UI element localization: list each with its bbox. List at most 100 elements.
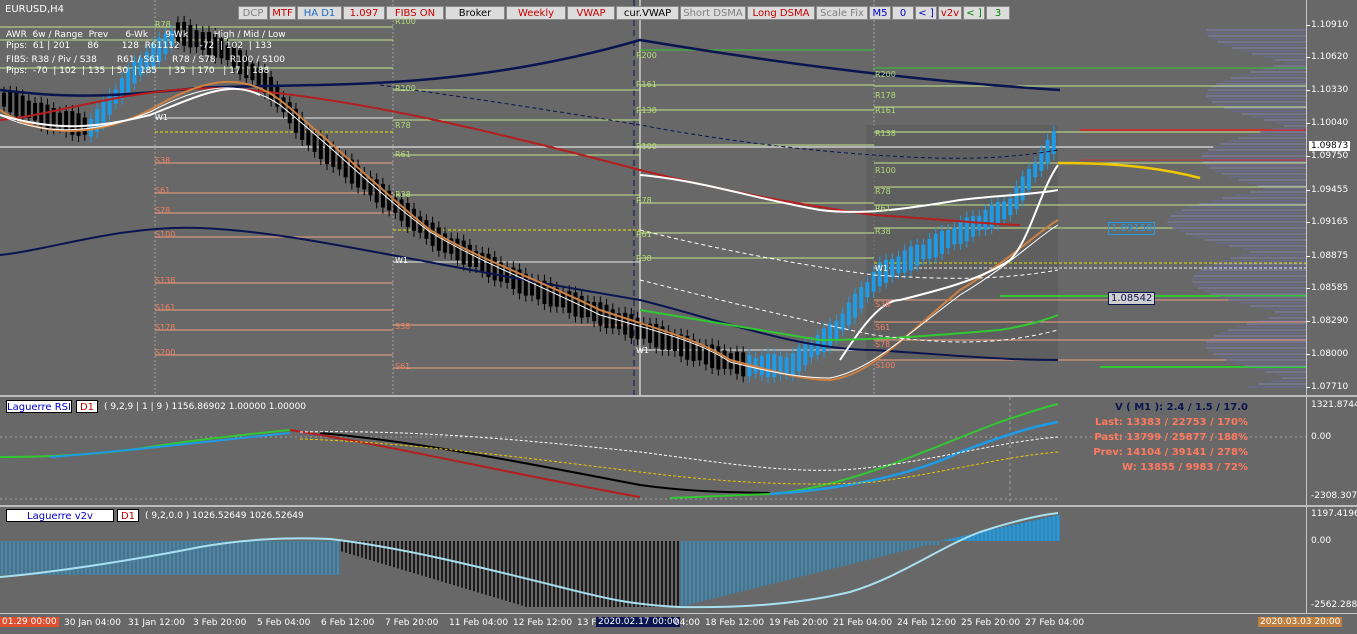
price-axis-label: 1.08290 xyxy=(1311,316,1349,326)
laguerre-v2v-canvas xyxy=(0,512,1060,609)
toolbar-button-9[interactable]: Short DSMA xyxy=(680,6,746,20)
price-axis-label: 1.10330 xyxy=(1311,85,1349,95)
time-axis-label: 04:00 xyxy=(674,618,700,628)
toolbar-button-2[interactable]: HA D1 xyxy=(297,6,342,20)
fib-level-label: R61 xyxy=(395,150,411,159)
fib-level-label: R100 xyxy=(395,84,416,93)
toolbar-button-7[interactable]: VWAP xyxy=(567,6,615,20)
fib-level-label: R200 xyxy=(875,70,896,79)
toolbar-button-6[interactable]: Weekly xyxy=(506,6,566,20)
laguerre-v2v-panel[interactable]: Laguerre v2v D1 ( 9,2,0.0 ) 1026.52649 1… xyxy=(0,507,1306,611)
fib-level-label: S200 xyxy=(155,348,176,357)
laguerre-rsi-axis[interactable]: 1321.8744 0.00 -2308.3071 xyxy=(1306,397,1357,505)
toolbar-button-0[interactable]: DCP xyxy=(238,6,268,20)
fib-level-label: S61 xyxy=(155,186,171,195)
toolbar-button-11[interactable]: Scale Fix xyxy=(816,6,868,20)
fib-level-label: W1 xyxy=(395,256,408,265)
price-axis-tick xyxy=(1306,156,1310,157)
fib-level-label: S161 xyxy=(155,303,176,312)
laguerre-rsi-panel[interactable]: Laguerre RSI D1 ( 9,2,9 | 1 | 9 ) 1156.8… xyxy=(0,397,1306,505)
price-axis-label: 1.09750 xyxy=(1311,151,1349,161)
laguerre-rsi-label[interactable]: Laguerre RSI xyxy=(6,400,72,413)
time-axis-label: 27 Feb 04:00 xyxy=(1025,618,1085,628)
time-axis-label: 19 Feb 20:00 xyxy=(769,618,829,628)
fib-level-label: R161 xyxy=(875,106,896,115)
fib-level-label: S100 xyxy=(875,361,896,370)
fib-level-label: R38 xyxy=(875,227,891,236)
fib-level-label: W1 xyxy=(875,264,888,273)
toolbar-button-15[interactable]: v2v xyxy=(938,6,962,20)
volume-stat-line: W: 13855 / 9983 / 72% xyxy=(1122,462,1248,473)
current-price-label: 1.09873 xyxy=(1309,141,1351,151)
time-axis-label: 7 Feb 20:00 xyxy=(385,618,439,628)
toolbar-button-14[interactable]: < ] xyxy=(915,6,937,20)
time-axis-label: 3 Feb 20:00 xyxy=(193,618,247,628)
fib-level-label: R38 xyxy=(395,190,411,199)
time-axis-label: 6 Feb 12:00 xyxy=(321,618,375,628)
toolbar-button-13[interactable]: 0 xyxy=(892,6,914,20)
time-axis-label: 12 Feb 12:00 xyxy=(513,618,573,628)
toolbar-button-17[interactable]: 3 xyxy=(986,6,1010,20)
fib-level-label: S100 xyxy=(155,230,176,239)
time-axis-label: 21 Feb 04:00 xyxy=(833,618,893,628)
fib-level-label: R100 xyxy=(395,17,416,26)
time-axis[interactable]: 01.29 00:00 2020.02.17 00:00 2020.03.03 … xyxy=(0,613,1357,634)
price-axis-label: 1.08875 xyxy=(1311,251,1349,261)
toolbar-button-12[interactable]: M5 xyxy=(869,6,891,20)
price-axis-tick xyxy=(1306,123,1310,124)
price-axis-label: 1.10040 xyxy=(1311,118,1349,128)
info-row-1: AWR 6w / Range Prev 6-Wk 9-Wk High / Mid… xyxy=(6,30,286,40)
toolbar-button-3[interactable]: 1.097 xyxy=(343,6,385,20)
price-tag-2: 1.08542 xyxy=(1108,292,1156,305)
fib-level-label: R78 xyxy=(636,196,652,205)
v2v-axis-bottom: -2562.2881 xyxy=(1311,600,1357,610)
fib-level-label: S38 xyxy=(395,322,411,331)
fib-level-label: R100 xyxy=(636,142,657,151)
fib-level-label: R78 xyxy=(875,187,891,196)
fib-level-label: R138 xyxy=(875,129,896,138)
price-axis-tick xyxy=(1306,354,1310,355)
price-axis-label: 1.08000 xyxy=(1311,349,1349,359)
price-axis-label: 1.09455 xyxy=(1311,185,1349,195)
laguerre-rsi-params: ( 9,2,9 | 1 | 9 ) 1156.86902 1.00000 1.0… xyxy=(104,402,307,412)
time-axis-label: 30 Jan 04:00 xyxy=(64,618,121,628)
toolbar-button-10[interactable]: Long DSMA xyxy=(747,6,815,20)
price-axis-tick xyxy=(1306,256,1310,257)
toolbar-button-8[interactable]: cur.VWAP xyxy=(616,6,679,20)
fib-level-label: S61 xyxy=(875,323,891,332)
fib-level-label: R38 xyxy=(636,254,652,263)
laguerre-rsi-tf[interactable]: D1 xyxy=(76,400,98,413)
price-axis-tick xyxy=(1306,25,1310,26)
price-axis[interactable]: 1.09873 1.10910 1.10620 1.10330 1.10040 1.09… xyxy=(1306,0,1357,395)
v2v-axis-top: 1197.4196 xyxy=(1311,509,1357,519)
time-axis-right-marker: 2020.03.03 20:00 xyxy=(1258,617,1343,627)
info-row-4: Pips: -70 | 102 | 135 | 50 | 185 | 35 | … xyxy=(6,66,270,76)
fib-level-label: W1 xyxy=(636,346,649,355)
volume-stat-line: V ( M1 ): 2.4 / 1.5 / 17.0 xyxy=(1114,402,1248,413)
cursor-time-label: 2020.02.17 00:00 xyxy=(596,617,681,627)
price-axis-tick xyxy=(1306,321,1310,322)
symbol-title: EURUSD,H4 xyxy=(5,4,65,15)
volume-stat-line: Prev: 14104 / 39141 / 278% xyxy=(1093,447,1248,458)
fib-level-label: R178 xyxy=(875,91,896,100)
price-axis-label: 1.10620 xyxy=(1311,52,1349,62)
fib-level-label: S61 xyxy=(395,362,411,371)
fib-level-label: R61 xyxy=(875,204,891,213)
price-axis-label: 1.09165 xyxy=(1311,217,1349,227)
fib-level-label: R200 xyxy=(636,51,657,60)
price-axis-tick xyxy=(1306,387,1310,388)
fib-level-label: S78 xyxy=(155,206,171,215)
rsi-axis-top: 1321.8744 xyxy=(1311,400,1357,410)
laguerre-v2v-label[interactable]: Laguerre v2v xyxy=(6,509,114,522)
laguerre-v2v-tf[interactable]: D1 xyxy=(117,509,139,522)
laguerre-v2v-axis[interactable]: 1197.4196 0.00 -2562.2881 xyxy=(1306,507,1357,613)
time-axis-label: 24 Feb 12:00 xyxy=(897,618,957,628)
price-tag-1: 1.09158 xyxy=(1108,222,1156,235)
v2v-axis-mid: 0.00 xyxy=(1311,536,1332,546)
toolbar-button-1[interactable]: MTF xyxy=(269,6,296,20)
time-axis-left-marker: 01.29 00:00 xyxy=(0,617,59,627)
toolbar-button-5[interactable]: Broker xyxy=(445,6,505,20)
fib-level-label: R100 xyxy=(875,166,896,175)
price-chart-panel[interactable]: EURUSD,H4 DCP MTF HA D1 1.097 FIBS ON Broker W… xyxy=(0,0,1306,395)
toolbar-button-16[interactable]: < ] xyxy=(963,6,985,20)
